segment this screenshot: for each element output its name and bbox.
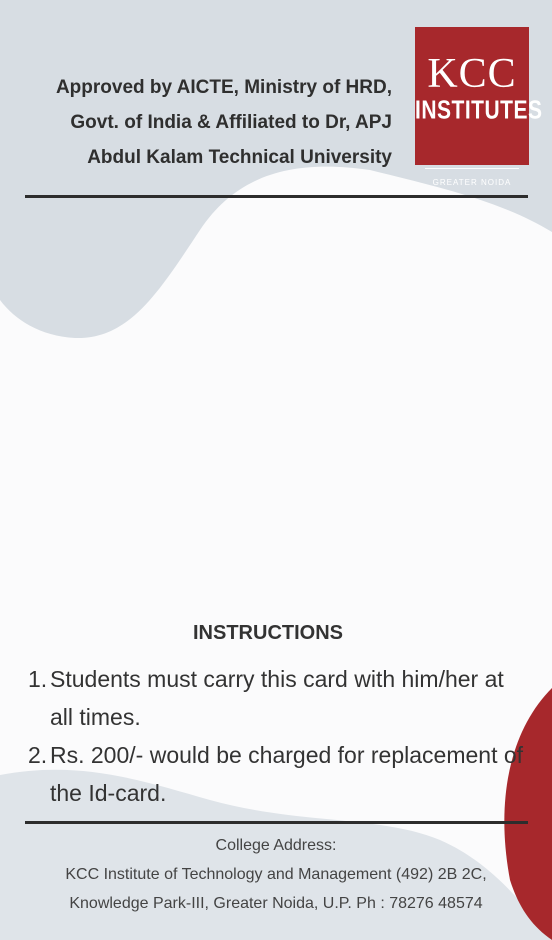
instruction-item: 2. Rs. 200/- would be charged for replac… <box>28 736 528 812</box>
logo-location: GREATER NOIDA <box>432 178 512 187</box>
approval-line: Approved by AICTE, Ministry of HRD, <box>55 77 392 98</box>
address-line: Knowledge Park-III, Greater Noida, U.P. … <box>69 895 483 912</box>
instruction-text: Rs. 200/- would be charged for replaceme… <box>50 742 524 806</box>
instruction-text: Students must carry this card with him/h… <box>50 666 504 730</box>
instruction-number: 2. <box>28 742 48 768</box>
instruction-item: 1. Students must carry this card with hi… <box>28 660 528 736</box>
address-label: College Address: <box>215 837 337 854</box>
instructions-title: INSTRUCTIONS <box>193 622 343 644</box>
approval-statement: Approved by AICTE, Ministry of HRD, Govt… <box>20 70 392 175</box>
approval-line: Abdul Kalam Technical University <box>87 147 392 168</box>
header-divider <box>25 195 528 198</box>
address-line: KCC Institute of Technology and Manageme… <box>65 866 487 883</box>
approval-line: Govt. of India & Affiliated to Dr, APJ <box>70 112 392 133</box>
logo-divider <box>425 168 519 169</box>
instructions-list: 1. Students must carry this card with hi… <box>28 660 528 812</box>
footer-divider <box>25 821 528 824</box>
kcc-logo: KCC INSTITUTES GREATER NOIDA <box>415 27 543 187</box>
instruction-number: 1. <box>28 666 48 692</box>
logo-name: KCC <box>427 51 517 97</box>
logo-tagline: INSTITUTES <box>415 96 543 125</box>
college-address: College Address: KCC Institute of Techno… <box>0 831 552 918</box>
